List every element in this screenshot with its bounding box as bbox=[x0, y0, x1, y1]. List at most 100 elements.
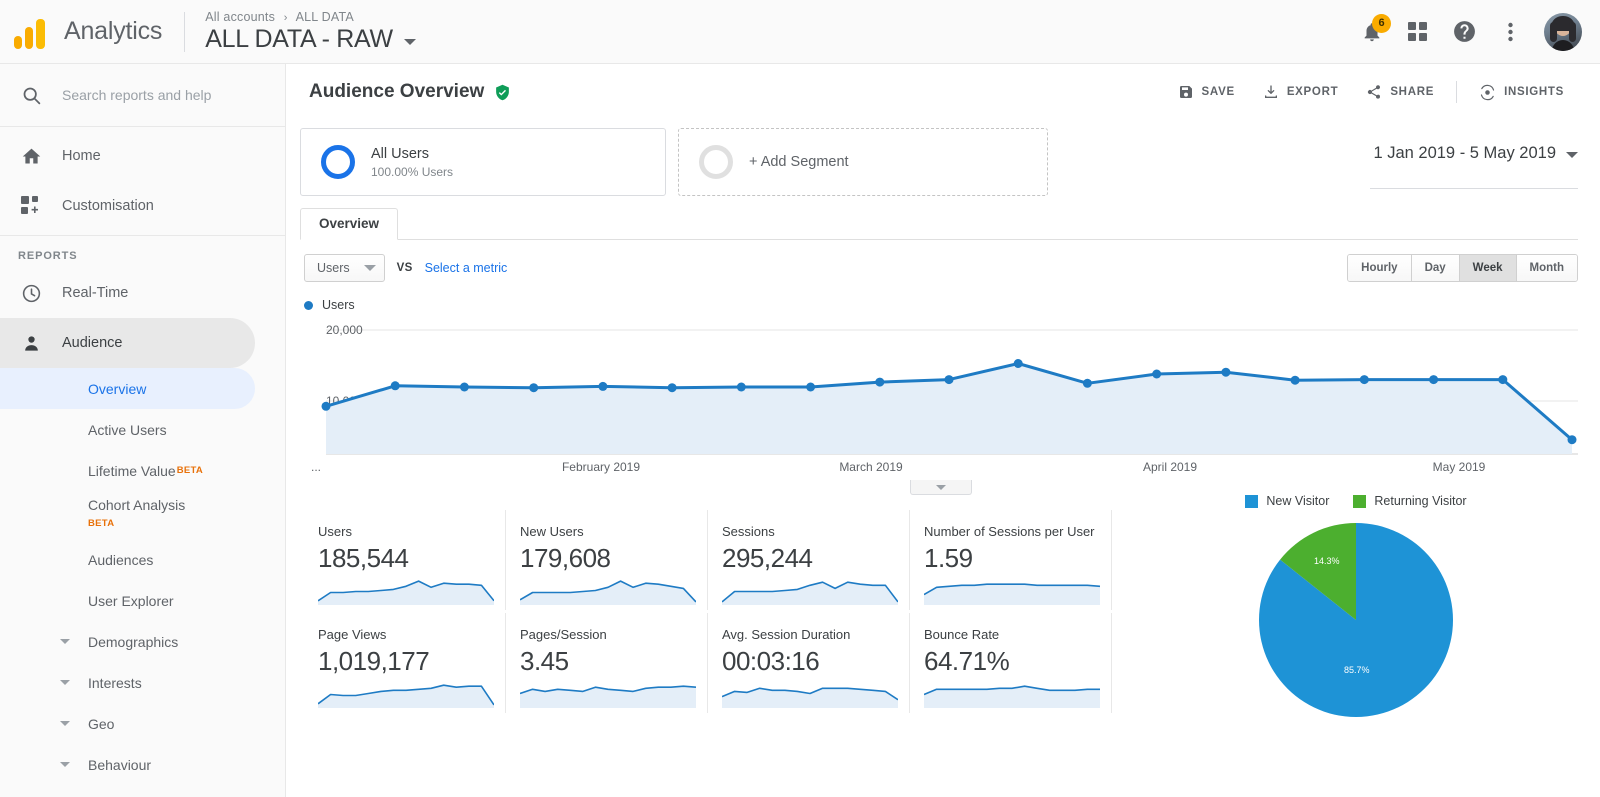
sidebar-subitem-label: User Explorer bbox=[88, 592, 174, 609]
metric-card-avg-session-duration[interactable]: Avg. Session Duration 00:03:16 bbox=[708, 613, 910, 713]
save-button[interactable]: SAVE bbox=[1164, 76, 1249, 108]
line-chart-canvas: 20,000 10,000 bbox=[321, 323, 1578, 455]
sidebar-item-label: Real-Time bbox=[62, 285, 129, 301]
sidebar-item-label: Home bbox=[62, 148, 101, 164]
sidebar-item-active-users[interactable]: Active Users bbox=[0, 409, 255, 450]
data-point-13 bbox=[1221, 367, 1231, 377]
chevron-down-icon bbox=[936, 484, 946, 490]
data-point-12 bbox=[1152, 369, 1162, 379]
breadcrumb-leaf: ALL DATA bbox=[295, 9, 354, 24]
notifications-button[interactable]: 6 bbox=[1352, 12, 1392, 52]
pie-legend-new-visitor[interactable]: New Visitor bbox=[1245, 494, 1329, 508]
tab-overview[interactable]: Overview bbox=[300, 208, 399, 240]
share-button[interactable]: SHARE bbox=[1352, 76, 1448, 108]
sidebar-subitem-label: Overview bbox=[88, 380, 147, 397]
insights-button[interactable]: INSIGHTS bbox=[1465, 76, 1578, 109]
sidebar: Home Customisation REPORTS Real-Time bbox=[0, 64, 286, 797]
sidebar-item-cohort-analysis[interactable]: Cohort Analysis BETA bbox=[0, 491, 255, 539]
more-options-button[interactable] bbox=[1490, 12, 1530, 52]
pie-chart-canvas bbox=[1259, 523, 1454, 717]
sparkline bbox=[519, 678, 697, 713]
search-input[interactable] bbox=[62, 87, 262, 103]
metric-card-row: Page Views 1,019,177 Pages/Session 3.45 … bbox=[304, 613, 1112, 713]
export-button[interactable]: EXPORT bbox=[1249, 76, 1353, 108]
metric-card-row: Users 185,544 New Users 179,608 Sessions… bbox=[304, 510, 1112, 610]
sidebar-item-home[interactable]: Home bbox=[0, 131, 255, 181]
chevron-down-icon bbox=[60, 639, 70, 644]
line-chart-legend: Users bbox=[286, 282, 1600, 312]
home-icon bbox=[0, 146, 62, 167]
metric-label: Users bbox=[318, 524, 352, 539]
sparkline bbox=[923, 678, 1100, 713]
help-button[interactable] bbox=[1444, 12, 1484, 52]
granularity-hourly[interactable]: Hourly bbox=[1348, 255, 1412, 281]
xtick-february: February 2019 bbox=[561, 460, 641, 474]
analytics-logo-icon bbox=[14, 15, 56, 49]
beta-badge: BETA bbox=[176, 465, 204, 476]
select-a-metric-link[interactable]: Select a metric bbox=[425, 261, 508, 275]
sidebar-item-audiences[interactable]: Audiences bbox=[0, 539, 255, 580]
add-segment-button[interactable]: + Add Segment bbox=[678, 128, 1048, 196]
divider bbox=[1370, 188, 1578, 189]
share-label: SHARE bbox=[1390, 86, 1435, 98]
metric-label: Sessions bbox=[722, 524, 775, 539]
chevron-down-icon[interactable] bbox=[403, 39, 416, 45]
pie-label-returning-visitor: 14.3% bbox=[1314, 556, 1340, 566]
search-row[interactable] bbox=[0, 64, 285, 127]
sidebar-item-behaviour[interactable]: Behaviour bbox=[0, 744, 255, 785]
metric-label: Avg. Session Duration bbox=[722, 627, 851, 642]
sidebar-item-user-explorer[interactable]: User Explorer bbox=[0, 580, 255, 621]
sidebar-item-overview[interactable]: Overview bbox=[0, 368, 255, 409]
granularity-month[interactable]: Month bbox=[1516, 255, 1577, 281]
xtick-march: March 2019 bbox=[839, 460, 903, 474]
sidebar-item-audience[interactable]: Audience bbox=[0, 318, 255, 368]
metric-card-bounce-rate[interactable]: Bounce Rate 64.71% bbox=[910, 613, 1112, 713]
data-point-7 bbox=[806, 382, 816, 392]
metric-card-pages-per-session[interactable]: Pages/Session 3.45 bbox=[506, 613, 708, 713]
page-title: Audience Overview bbox=[309, 81, 485, 102]
metric-select[interactable]: Users bbox=[304, 254, 385, 282]
data-point-11 bbox=[1082, 378, 1092, 388]
users-line-chart[interactable]: 20,000 10,000 ... February 2019 March 20… bbox=[304, 318, 1578, 495]
granularity-day[interactable]: Day bbox=[1411, 255, 1460, 281]
sidebar-subitem-label: Active Users bbox=[88, 421, 167, 438]
beta-badge: BETA bbox=[88, 518, 115, 529]
sparkline bbox=[317, 678, 495, 713]
chevron-down-icon bbox=[60, 762, 70, 767]
data-point-4 bbox=[598, 381, 608, 391]
pie-chart-holder[interactable]: 14.3% 85.7% bbox=[1256, 520, 1456, 725]
account-selector[interactable]: All accounts › ALL DATA ALL DATA - RAW bbox=[205, 10, 416, 54]
metric-card-page-views[interactable]: Page Views 1,019,177 bbox=[304, 613, 506, 713]
date-range-picker[interactable]: 1 Jan 2019 - 5 May 2019 bbox=[1373, 144, 1578, 181]
avatar[interactable] bbox=[1544, 12, 1582, 51]
sidebar-item-interests[interactable]: Interests bbox=[0, 662, 255, 703]
sidebar-item-lifetime-value[interactable]: Lifetime Value BETA bbox=[0, 450, 255, 491]
vs-label: VS bbox=[396, 262, 413, 274]
data-point-17 bbox=[1498, 375, 1508, 385]
metric-card-users[interactable]: Users 185,544 bbox=[304, 510, 506, 610]
main-content: Audience Overview SAVE EXPORT SHARE INSI… bbox=[286, 64, 1600, 797]
ytick-20000: 20,000 bbox=[326, 323, 363, 337]
pie-legend-returning-visitor[interactable]: Returning Visitor bbox=[1353, 494, 1467, 508]
apps-button[interactable] bbox=[1398, 12, 1438, 52]
sidebar-item-real-time[interactable]: Real-Time bbox=[0, 268, 255, 318]
metric-value: 185,544 bbox=[318, 543, 409, 573]
data-point-16 bbox=[1429, 375, 1439, 385]
sidebar-item-geo[interactable]: Geo bbox=[0, 703, 255, 744]
sidebar-item-demographics[interactable]: Demographics bbox=[0, 621, 255, 662]
metric-card-new-users[interactable]: New Users 179,608 bbox=[506, 510, 708, 610]
segment-all-users[interactable]: All Users 100.00% Users bbox=[300, 128, 666, 196]
sidebar-section-label: REPORTS bbox=[18, 250, 78, 262]
chevron-down-icon bbox=[363, 265, 376, 271]
verified-shield-icon bbox=[494, 84, 511, 101]
metric-value: 1,019,177 bbox=[318, 646, 430, 676]
sidebar-item-customisation[interactable]: Customisation bbox=[0, 181, 255, 231]
chart-collapse-handle[interactable] bbox=[910, 480, 972, 495]
granularity-week[interactable]: Week bbox=[1459, 255, 1517, 281]
legend-label-returning-visitor: Returning Visitor bbox=[1374, 494, 1467, 508]
data-point-10 bbox=[1013, 359, 1023, 368]
metric-card-sessions[interactable]: Sessions 295,244 bbox=[708, 510, 910, 610]
metric-card-sessions-per-user[interactable]: Number of Sessions per User 1.59 bbox=[910, 510, 1112, 610]
metric-value: 179,608 bbox=[520, 543, 611, 573]
chevron-down-icon bbox=[60, 721, 70, 726]
